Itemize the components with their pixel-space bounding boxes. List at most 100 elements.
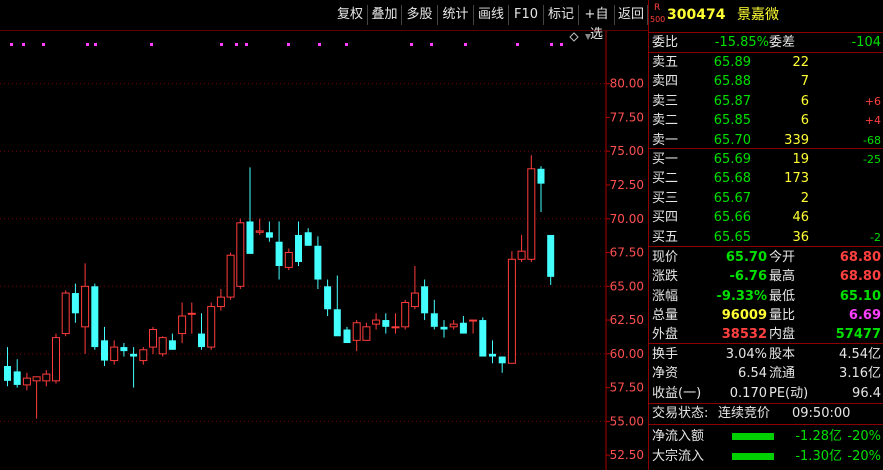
candle-body — [42, 373, 51, 382]
candle-body — [246, 221, 254, 254]
flow-row: 净流入额 -1.28亿 -20% — [649, 427, 883, 446]
buy-level-row: 买二 65.68 173 — [649, 169, 883, 188]
stats-value: 3.04% — [725, 347, 767, 362]
candle-body — [226, 254, 235, 298]
candle-body — [32, 376, 41, 382]
candle-body — [547, 234, 555, 277]
back-button[interactable]: 返回 — [615, 5, 648, 25]
sell-level-volume: 7 — [800, 74, 809, 90]
quote-value: 65.10 — [839, 288, 881, 304]
weicha-value: -104 — [851, 35, 881, 50]
quote-value: 65.70 — [725, 250, 767, 265]
flow-bar — [732, 452, 774, 460]
sell-level-volume: 6 — [800, 93, 809, 109]
sell-level-volume: 6 — [800, 113, 809, 129]
candle-body — [207, 306, 216, 348]
event-marker — [220, 43, 223, 46]
quote-row: 现价 65.70 今开 68.80 — [649, 248, 883, 267]
stats-label: 净资 — [652, 366, 679, 382]
flow-percent: -20% — [847, 429, 881, 444]
y-tick-label: 57.50 — [610, 381, 644, 395]
candle-body — [61, 292, 70, 335]
candle-body — [343, 329, 351, 344]
candle-body — [333, 309, 341, 337]
stats-row: 收益(一) 0.170 PE(动) 96.4 — [649, 384, 883, 403]
quote-value: -6.76 — [729, 269, 767, 285]
candle-body — [4, 365, 11, 381]
buy-level-row: 买一 65.69 19 -25 — [649, 150, 883, 169]
event-marker — [86, 43, 89, 46]
stats-row: 净资 6.54 流通 3.16亿 — [649, 364, 883, 383]
candle-body — [362, 326, 371, 341]
quote-row: 涨跌 -6.76 最高 68.80 — [649, 267, 883, 286]
candle-body — [324, 286, 332, 310]
y-tick-label: 65.00 — [610, 279, 644, 293]
event-marker — [464, 43, 467, 46]
add-favorite-button[interactable]: +自选 — [579, 5, 615, 42]
sell-level-row: 卖一 65.70 339 -68 — [649, 131, 883, 150]
candle-body — [110, 346, 119, 362]
event-marker — [94, 43, 97, 46]
buy-level-price: 65.69 — [713, 152, 751, 167]
event-marker — [560, 43, 563, 46]
biaoji-button[interactable]: 标记 — [544, 5, 579, 25]
buy-level-price: 65.67 — [713, 190, 751, 206]
stats-label: 股本 — [769, 347, 796, 362]
diejia-button[interactable]: 叠加 — [368, 5, 402, 25]
candle-body — [236, 222, 245, 287]
candle-body — [295, 234, 302, 262]
duogu-button[interactable]: 多股 — [402, 5, 438, 25]
stock-name: 景嘉微 — [737, 7, 779, 23]
badge-bottom: 500 — [650, 15, 666, 24]
buy-level-volume: 2 — [800, 190, 809, 206]
candle-body — [507, 258, 516, 364]
candle-body — [430, 313, 438, 327]
candle-body — [498, 356, 506, 364]
stats-label: PE(动) — [769, 385, 809, 401]
candle-body — [410, 292, 419, 308]
candle-body — [187, 312, 196, 315]
flow-bar — [732, 433, 774, 440]
sell-level-label: 卖一 — [652, 132, 679, 148]
candle-body — [469, 319, 478, 322]
candle-body — [149, 329, 157, 348]
event-marker — [516, 43, 519, 46]
event-marker — [22, 43, 25, 46]
y-tick-label: 80.00 — [610, 77, 644, 91]
flow-value: -1.30亿 — [795, 448, 842, 464]
weicha-label: 委差 — [769, 35, 796, 50]
divider — [649, 343, 883, 344]
event-marker — [10, 43, 13, 46]
candle-body — [101, 340, 108, 361]
flow-label: 大宗流入 — [652, 448, 705, 464]
sell-level-change: +4 — [864, 114, 881, 128]
tongji-button[interactable]: 统计 — [438, 5, 474, 25]
buy-level-volume: 19 — [792, 152, 809, 167]
buy-level-price: 65.65 — [713, 229, 751, 245]
sell-level-change: -68 — [863, 133, 881, 147]
sell-level-price: 65.85 — [713, 113, 751, 129]
quote-row: 涨幅 -9.33% 最低 65.10 — [649, 287, 883, 306]
candle-body — [130, 353, 138, 357]
fuquan-button[interactable]: 复权 — [333, 5, 368, 25]
sell-level-label: 卖二 — [652, 113, 679, 129]
trade-status-label: 交易状态: — [652, 406, 709, 421]
candle-body — [314, 245, 322, 280]
weibi-row: 委比 -15.85% 委差 -104 — [649, 33, 883, 52]
event-marker — [42, 43, 45, 46]
buy-level-change: -25 — [863, 153, 881, 166]
stats-value: 96.4 — [852, 385, 881, 401]
huaxian-button[interactable]: 画线 — [474, 5, 509, 25]
f10-button[interactable]: F10 — [509, 5, 544, 25]
candle-body — [421, 286, 429, 314]
buy-level-row: 买三 65.67 2 — [649, 189, 883, 208]
y-tick-label: 77.50 — [610, 110, 644, 124]
quote-label: 总量 — [652, 307, 679, 323]
candle-body — [71, 293, 79, 314]
sell-level-label: 卖五 — [652, 55, 679, 70]
buy-level-price: 65.66 — [713, 210, 751, 226]
y-tick-label: 52.50 — [610, 448, 644, 462]
candle-body — [52, 337, 60, 382]
quote-label: 最低 — [769, 288, 796, 304]
buy-level-change: -2 — [870, 230, 881, 244]
